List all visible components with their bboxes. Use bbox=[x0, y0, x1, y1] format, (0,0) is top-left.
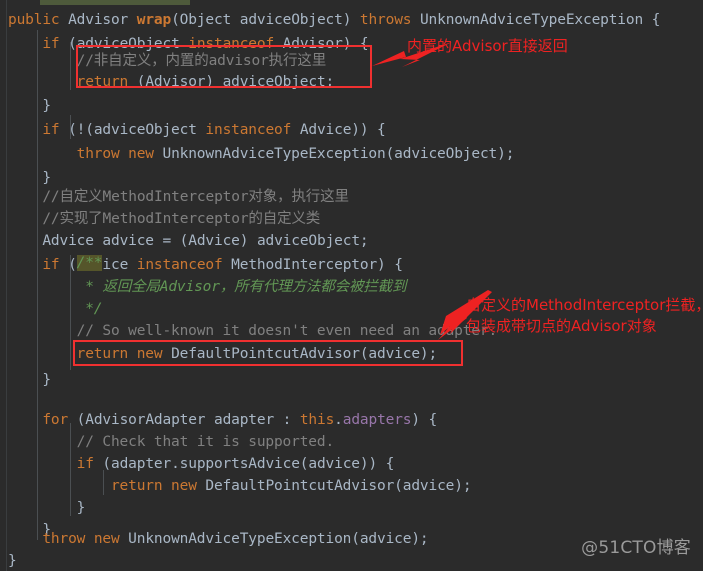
annotation-builtin-advisor: 内置的Advisor直接返回 bbox=[407, 37, 568, 55]
code-line-10: //实现了MethodInterceptor的自定义类 bbox=[42, 211, 321, 227]
code-line-7: throw new UnknownAdviceTypeException(adv… bbox=[76, 146, 515, 162]
code-line-5: } bbox=[42, 98, 51, 114]
code-line-9: //自定义MethodInterceptor对象，执行这里 bbox=[42, 189, 349, 205]
watermark-label: @51CTO博客 bbox=[581, 538, 691, 558]
code-text-layer: public Advisor wrap(Object adviceObject)… bbox=[0, 0, 703, 571]
code-line-24: } bbox=[76, 500, 86, 516]
code-line-18: } bbox=[42, 372, 51, 388]
code-line-17: return new DefaultPointcutAdvisor(advice… bbox=[76, 346, 438, 362]
code-line-23: return new DefaultPointcutAdvisor(advice… bbox=[110, 478, 472, 494]
code-line-27: } bbox=[8, 553, 17, 569]
code-line-11: Advice advice = (Advice) adviceObject; bbox=[42, 233, 369, 249]
code-line-4: return (Advisor) adviceObject; bbox=[76, 74, 335, 90]
code-line-15: */ bbox=[85, 301, 103, 317]
code-line-21: // Check that it is supported. bbox=[76, 434, 335, 450]
code-line-1: public Advisor wrap(Object adviceObject)… bbox=[8, 12, 661, 28]
code-line-20: for (AdvisorAdapter adapter : this.adapt… bbox=[42, 412, 438, 428]
annotation-custom-interceptor: 自定义的MethodInterceptor拦截，包装成带切点的Advisor对象 bbox=[466, 296, 703, 335]
code-line-14: * 返回全局Advisor，所有代理方法都会被拦截到 bbox=[85, 279, 407, 295]
code-line-22: if (adapter.supportsAdvice(advice)) { bbox=[76, 456, 395, 472]
code-editor-screenshot: public Advisor wrap(Object adviceObject)… bbox=[0, 0, 703, 571]
code-line-6: if (!(adviceObject instanceof Advice)) { bbox=[42, 122, 386, 138]
code-line-13: /** bbox=[76, 255, 103, 271]
code-line-26: throw new UnknownAdviceTypeException(adv… bbox=[42, 531, 429, 547]
code-line-16: // So well-known it doesn't even need an… bbox=[76, 323, 498, 339]
